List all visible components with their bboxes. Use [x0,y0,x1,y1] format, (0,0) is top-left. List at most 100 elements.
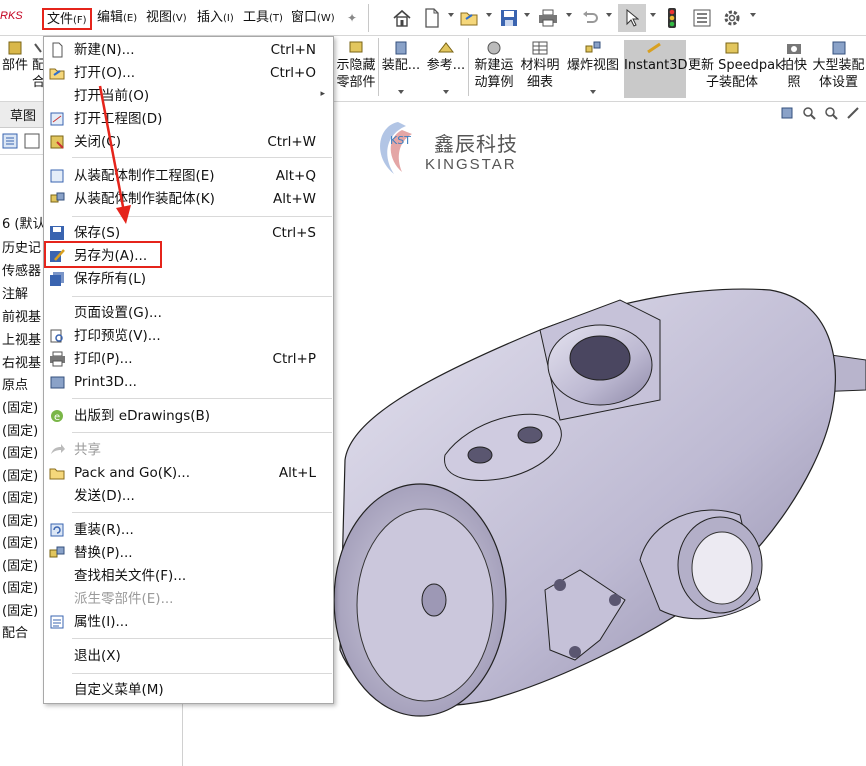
menu-file[interactable]: 文件(F) [42,8,92,30]
list-icon[interactable] [690,6,714,30]
tree-item[interactable]: 注解 [2,283,28,302]
tree-item[interactable]: (固定) [2,420,38,439]
file-menu-item[interactable]: 查找相关文件(F)... [44,565,333,587]
cmd-label-2: 零部件 [336,75,376,90]
chevron-down-icon[interactable] [448,13,454,17]
file-menu-item[interactable]: 退出(X) [44,645,333,667]
cmd-separator [468,38,469,96]
chevron-down-icon[interactable] [606,13,612,17]
select-cursor-icon[interactable] [618,4,646,32]
file-menu-item[interactable]: 关闭(C) Ctrl+W [44,131,333,153]
file-menu-item[interactable]: 页面设置(G)... [44,302,333,324]
print-icon[interactable] [536,6,560,30]
file-menu-item[interactable]: Pack and Go(K)... Alt+L [44,462,333,484]
pin-icon[interactable]: ✦ [344,8,360,30]
tree-item[interactable]: 配合 [2,622,28,641]
svg-text:e: e [54,412,60,423]
gear-icon[interactable] [720,6,744,30]
chevron-down-icon[interactable] [486,13,492,17]
cmd-label-2: 子装配体 [705,75,758,90]
cmd-update-speedpak[interactable]: 更新 Speedpak 子装配体 [688,40,783,98]
menu-view[interactable]: 视图(V) [143,8,190,30]
tree-item[interactable]: 原点 [2,374,28,393]
cmd-assembly-features[interactable]: 装配... [381,40,421,98]
menu-view-label: 视图 [146,10,173,25]
new-document-icon[interactable] [420,6,444,30]
file-menu-item[interactable]: 从装配体制作装配体(K) Alt+W [44,188,333,210]
cmd-insert-component[interactable]: 部件 [0,40,30,98]
cmd-reference-geometry[interactable]: 参考... [426,40,466,98]
cmd-large-assembly-settings[interactable]: 大型装配 体设置 [811,40,866,98]
tree-item[interactable]: (固定) [2,397,38,416]
cmd-exploded-view[interactable]: 爆炸视图 [565,40,621,98]
undo-icon[interactable] [578,6,602,30]
cmd-label: 参考... [426,58,466,73]
tree-item[interactable]: 上视基 [2,329,41,348]
traffic-light-icon[interactable] [660,6,684,30]
file-menu-item[interactable]: 打开当前(O) [44,85,333,107]
pack-and-go-icon [49,465,66,481]
menu-item-label: 打开当前(O) [74,88,150,104]
menu-insert[interactable]: 插入(I) [194,8,237,30]
chevron-down-icon[interactable] [750,13,756,17]
menu-separator [72,638,332,639]
file-menu-item[interactable]: 自定义菜单(M) [44,679,333,701]
file-menu-item[interactable]: Print3D... [44,371,333,393]
file-menu-item[interactable]: 重装(R)... [44,519,333,541]
menu-tools-key: (T) [269,13,283,24]
tree-item[interactable]: (固定) [2,487,38,506]
cmd-take-snapshot[interactable]: 拍快 照 [780,40,808,98]
file-menu-item[interactable]: e 出版到 eDrawings(B) [44,405,333,427]
menu-window[interactable]: 窗口(W) [288,8,338,30]
tree-item[interactable]: 6 (默认 [2,213,45,232]
cmd-show-hidden-components[interactable]: 示隐藏 零部件 [335,40,377,98]
home-icon[interactable] [390,6,414,30]
tree-item[interactable]: (固定) [2,555,38,574]
file-menu-item[interactable]: 新建(N)... Ctrl+N [44,39,333,61]
tree-item[interactable]: 右视基 [2,352,41,371]
menu-item-shortcut: Ctrl+S [272,225,316,241]
cmd-label: 爆炸视图 [566,58,619,73]
save-as-highlight-box [44,241,162,268]
menu-file-label: 文件 [47,12,74,27]
tree-item[interactable]: (固定) [2,442,38,461]
chevron-down-icon[interactable] [524,13,530,17]
open-folder-icon[interactable] [458,6,482,30]
cmd-new-motion-study[interactable]: 新建运 动算例 [471,40,517,98]
chevron-down-icon[interactable] [566,13,572,17]
file-menu-item[interactable]: 从装配体制作工程图(E) Alt+Q [44,165,333,187]
edrawings-icon: e [49,408,66,424]
cmd-instant3d[interactable]: Instant3D [624,40,688,98]
tree-item[interactable]: 前视基 [2,306,41,325]
file-menu-item[interactable]: 保存所有(L) [44,268,333,290]
menu-insert-label: 插入 [197,10,224,25]
file-menu-item[interactable]: 打开工程图(D) [44,108,333,130]
tab-sketch[interactable]: 草图 [10,105,36,124]
tree-item[interactable]: (固定) [2,577,38,596]
file-menu-item[interactable]: 发送(D)... [44,485,333,507]
tree-item[interactable]: (固定) [2,532,38,551]
chevron-down-icon[interactable] [650,13,656,17]
cmd-bill-of-materials[interactable]: 材料明 细表 [519,40,561,98]
file-menu-item[interactable]: 打印预览(V)... [44,325,333,347]
table-icon [531,40,549,56]
menu-separator [72,157,332,158]
print3d-icon [49,374,66,390]
tree-item[interactable]: (固定) [2,510,38,529]
menu-tools[interactable]: 工具(T) [240,8,286,30]
toolbar-separator [368,4,369,32]
file-menu-item[interactable]: 打开(O)... Ctrl+O [44,62,333,84]
menu-edit[interactable]: 编辑(E) [94,8,140,30]
save-icon[interactable] [497,6,521,30]
tree-item[interactable]: 历史记 [2,237,41,256]
tree-item[interactable]: (固定) [2,465,38,484]
file-menu-item[interactable]: 属性(I)... [44,611,333,633]
chevron-down-icon [398,90,404,94]
tree-item[interactable]: 传感器 [2,260,41,279]
tree-item[interactable]: (固定) [2,600,38,619]
file-menu-item[interactable]: 替换(P)... [44,542,333,564]
file-menu-item[interactable]: 打印(P)... Ctrl+P [44,348,333,370]
property-manager-icon[interactable] [24,133,40,153]
menu-separator [72,673,332,674]
feature-tree-icon[interactable] [2,133,18,153]
